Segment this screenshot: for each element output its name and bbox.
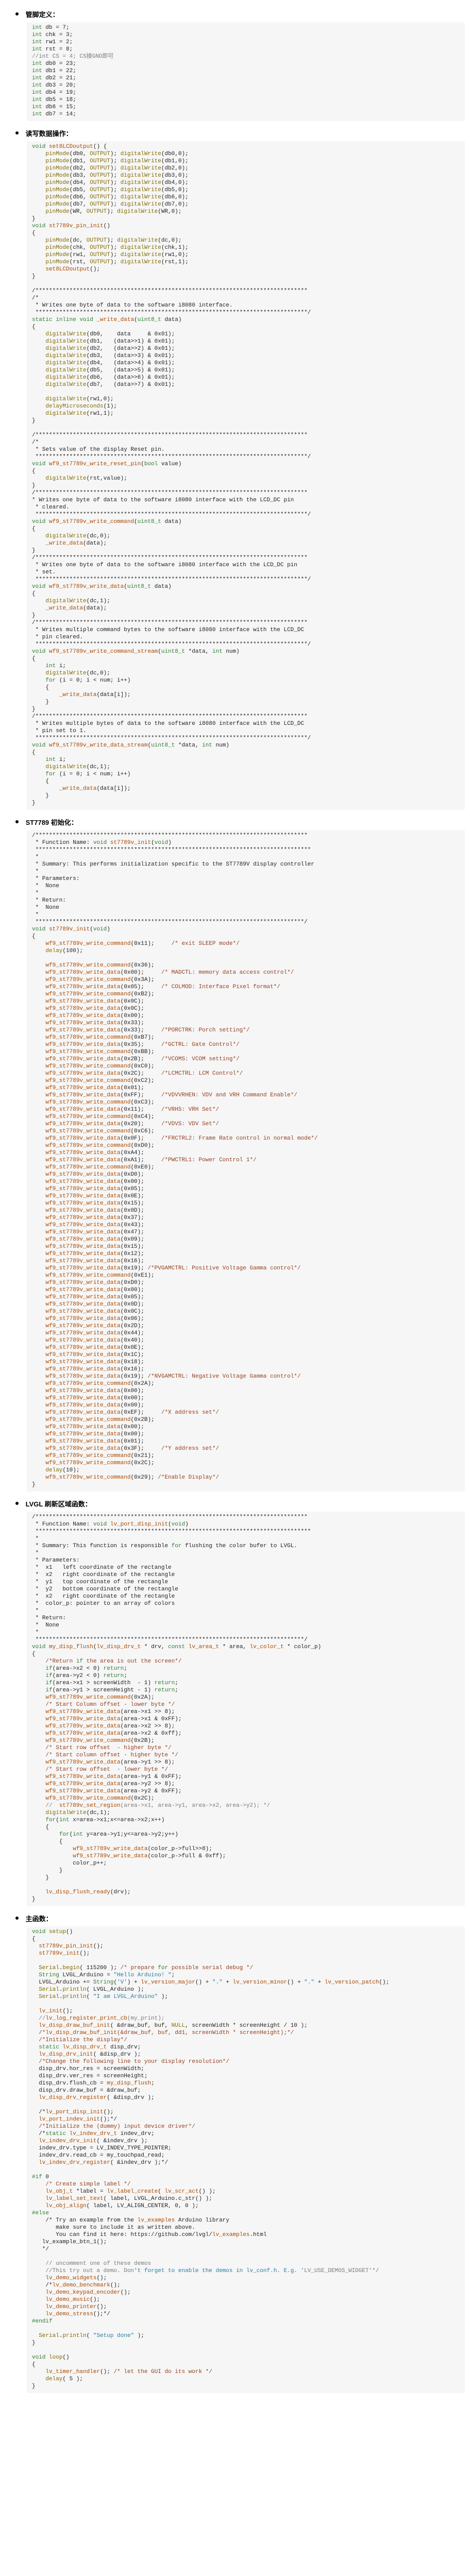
section-title: 读写数据操作： — [26, 130, 73, 138]
bullet-icon — [15, 1917, 19, 1920]
bullet-icon — [15, 131, 19, 134]
section-heading-pins: 管脚定义： — [15, 9, 465, 19]
section-heading-init: ST7789 初始化： — [15, 817, 465, 827]
section-title: ST7789 初始化： — [26, 819, 78, 826]
section-title: 主函数： — [26, 1915, 53, 1923]
code-block-main: void setup() { st7789v_pin_init(); st778… — [27, 1926, 465, 2393]
document-root: 管脚定义： int db = 7; int chk = 3; int rw1 =… — [0, 0, 470, 2419]
section-heading-rw: 读写数据操作： — [15, 128, 465, 138]
code-block-rw: void set8LCDoutput() { pinMode(db0, OUTP… — [27, 141, 465, 810]
section-title: 管脚定义： — [26, 11, 59, 19]
bullet-icon — [15, 820, 19, 823]
code-block-pins: int db = 7; int chk = 3; int rw1 = 2; in… — [27, 22, 465, 121]
code-block-flush: /***************************************… — [27, 1512, 465, 1906]
section-title: LVGL 刷新区域函数： — [26, 1500, 92, 1508]
code-block-init: /***************************************… — [27, 830, 465, 1492]
bullet-icon — [15, 12, 19, 15]
section-heading-flush: LVGL 刷新区域函数： — [15, 1499, 465, 1509]
bullet-icon — [15, 1502, 19, 1505]
section-heading-main: 主函数： — [15, 1913, 465, 1923]
